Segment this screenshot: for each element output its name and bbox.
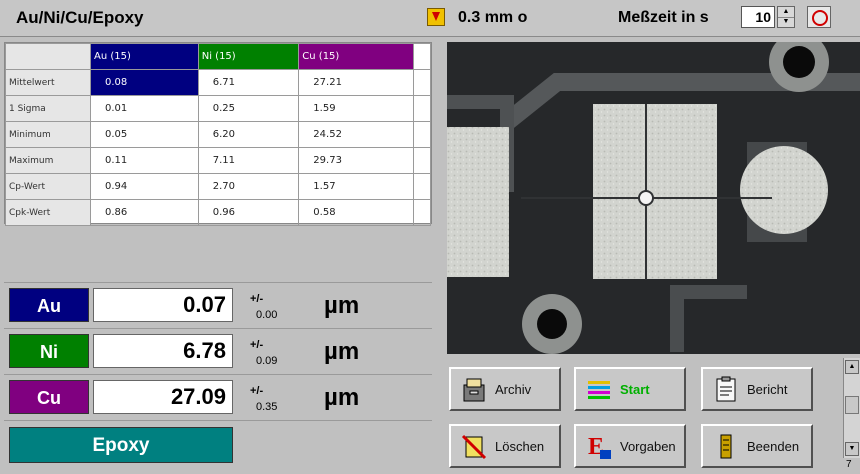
thickness-value-cu: 27.09 (93, 380, 233, 414)
column-header-cu[interactable]: Cu (15) (298, 43, 414, 70)
table-cell[interactable]: 0.08 (90, 69, 199, 96)
exit-button[interactable]: Beenden (701, 424, 813, 468)
stopwatch-icon[interactable] (807, 6, 831, 28)
collimator-icon (427, 8, 445, 26)
table-cell[interactable]: 0.96 (197, 199, 300, 226)
column-header-ni[interactable]: Ni (15) (197, 43, 300, 70)
measure-time-spinner[interactable]: ▲ ▼ (777, 6, 795, 28)
corner-label: 7 (846, 459, 852, 470)
clipboard-icon (716, 376, 736, 402)
table-cell[interactable]: 27.21 (298, 69, 414, 96)
element-label-au: Au (9, 288, 89, 322)
row-label: Minimum (5, 121, 91, 148)
pcb-image (447, 42, 860, 354)
table-cell[interactable]: 0.11 (90, 147, 199, 174)
unit-label: µm (324, 384, 360, 411)
delete-button[interactable]: Löschen (449, 424, 561, 468)
report-button[interactable]: Bericht (701, 367, 813, 411)
start-icon (588, 381, 610, 399)
table-row: Mittelwert 0.08 6.71 27.21 (5, 69, 432, 96)
table-cell[interactable]: 24.52 (298, 121, 414, 148)
scroll-thumb[interactable] (845, 396, 859, 414)
table-cell[interactable]: 0.05 (90, 121, 199, 148)
vertical-scrollbar[interactable]: ▲ ▼ (843, 358, 860, 458)
plus-minus-label: +/- (250, 339, 264, 351)
scroll-down-icon[interactable]: ▼ (845, 442, 859, 456)
table-row: Cpk-Wert 0.86 0.96 0.58 (5, 199, 432, 226)
thickness-value-au: 0.07 (93, 288, 233, 322)
table-cell[interactable]: 0.58 (298, 199, 414, 226)
column-header-au[interactable]: Au (15) (90, 43, 199, 70)
measure-time-input[interactable]: 10 (741, 6, 775, 28)
table-header-row: Au (15) Ni (15) Cu (15) (5, 43, 432, 70)
table-row: Maximum 0.11 7.11 29.73 (5, 147, 432, 174)
exit-label: Beenden (747, 439, 800, 454)
unit-label: µm (324, 338, 360, 365)
row-separator (4, 420, 432, 421)
row-separator (4, 328, 432, 329)
report-label: Bericht (747, 382, 788, 397)
deviation-value-ni: 0.09 (256, 355, 278, 367)
table-cell[interactable]: 0.94 (90, 173, 199, 200)
plus-minus-label: +/- (250, 385, 264, 397)
archive-label: Archiv (495, 382, 532, 397)
table-empty-cell (412, 69, 432, 96)
table-empty-cell (412, 95, 432, 122)
table-cell[interactable]: 6.71 (197, 69, 300, 96)
element-label-ni: Ni (9, 334, 89, 368)
table-empty-cell (412, 147, 432, 174)
settings-e-icon: E (588, 434, 611, 460)
table-row: 1 Sigma 0.01 0.25 1.59 (5, 95, 432, 122)
spin-down-icon[interactable]: ▼ (778, 17, 794, 27)
defaults-button[interactable]: E Vorgaben (574, 424, 686, 468)
substrate-label: Epoxy (9, 427, 233, 463)
table-empty-cell (412, 199, 432, 226)
table-corner (5, 43, 91, 70)
element-label-cu: Cu (9, 380, 89, 414)
row-label: Cpk-Wert (5, 199, 91, 226)
table-cell[interactable]: 29.73 (298, 147, 414, 174)
deviation-value-cu: 0.35 (256, 401, 278, 413)
table-empty-cell (412, 121, 432, 148)
table-cell[interactable]: 7.11 (197, 147, 300, 174)
table-cell[interactable]: 6.20 (197, 121, 300, 148)
plus-minus-label: +/- (250, 293, 264, 305)
defaults-label: Vorgaben (620, 439, 676, 454)
archive-button[interactable]: Archiv (449, 367, 561, 411)
measure-time-label: Meßzeit in s (618, 9, 709, 26)
spot-size-label: 0.3 mm o (458, 9, 528, 26)
table-row: Cp-Wert 0.94 2.70 1.57 (5, 173, 432, 200)
app-title: Au/Ni/Cu/Epoxy (16, 8, 144, 27)
table-empty-cell (412, 43, 432, 70)
start-label: Start (620, 382, 650, 397)
table-cell[interactable]: 0.01 (90, 95, 199, 122)
table-cell[interactable]: 0.25 (197, 95, 300, 122)
delete-label: Löschen (495, 439, 545, 454)
unit-label: µm (324, 292, 360, 319)
row-label: Mittelwert (5, 69, 91, 96)
table-cell[interactable]: 2.70 (197, 173, 300, 200)
thickness-value-ni: 6.78 (93, 334, 233, 368)
sample-camera-view[interactable] (447, 42, 860, 354)
deviation-value-au: 0.00 (256, 309, 278, 321)
scroll-up-icon[interactable]: ▲ (845, 360, 859, 374)
row-label: Cp-Wert (5, 173, 91, 200)
row-label: Maximum (5, 147, 91, 174)
table-cell[interactable]: 0.86 (90, 199, 199, 226)
archive-icon (463, 378, 485, 402)
statistics-table: Au (15) Ni (15) Cu (15) Mittelwert 0.08 … (4, 42, 432, 226)
row-label: 1 Sigma (5, 95, 91, 122)
row-separator (4, 282, 432, 283)
delete-icon (461, 434, 487, 460)
table-cell[interactable]: 1.57 (298, 173, 414, 200)
exit-icon (720, 434, 732, 459)
row-separator (4, 374, 432, 375)
table-cell[interactable]: 1.59 (298, 95, 414, 122)
table-empty-cell (412, 173, 432, 200)
table-row: Minimum 0.05 6.20 24.52 (5, 121, 432, 148)
start-button[interactable]: Start (574, 367, 686, 411)
